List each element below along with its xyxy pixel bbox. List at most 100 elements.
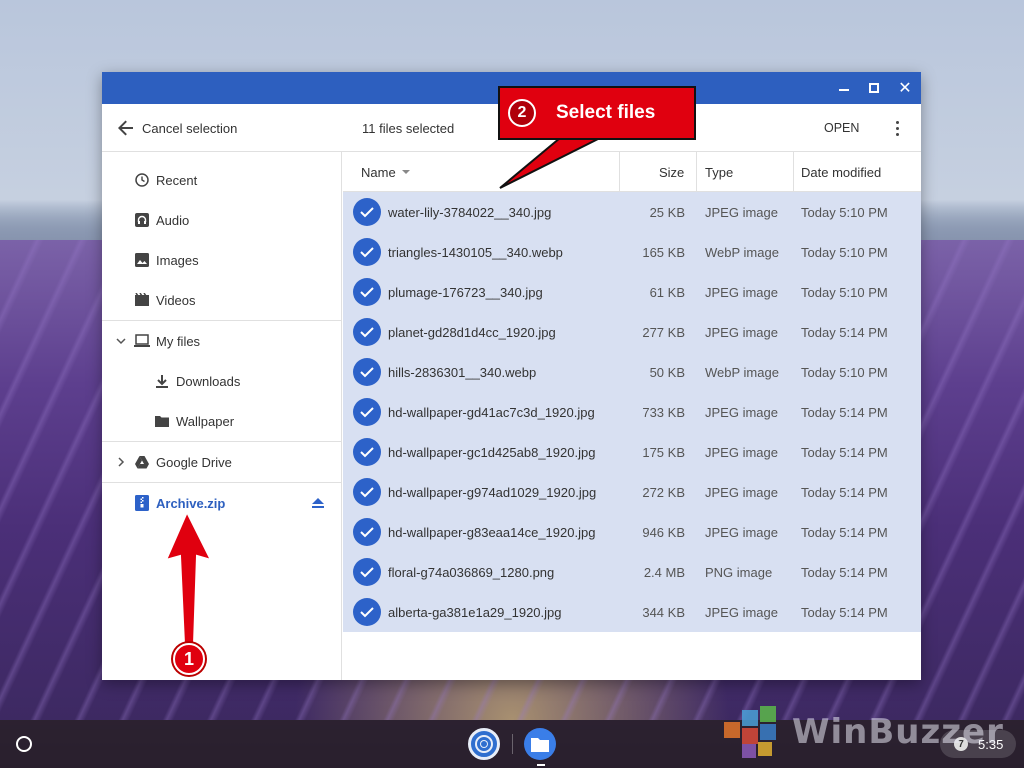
sort-descending-icon xyxy=(401,170,410,174)
file-rows: water-lily-3784022__340.jpg 25 KB JPEG i… xyxy=(343,192,921,632)
column-separator[interactable] xyxy=(619,152,620,192)
file-type: JPEG image xyxy=(705,485,778,500)
file-row[interactable]: hd-wallpaper-g83eaa14ce_1920.jpg 946 KB … xyxy=(343,512,921,552)
file-size: 61 KB xyxy=(649,285,685,300)
file-size: 25 KB xyxy=(649,205,685,220)
watermark-text: WinBuzzer xyxy=(792,712,1004,752)
more-options-icon[interactable] xyxy=(887,116,907,140)
sidebar-item-videos[interactable]: Videos xyxy=(102,280,342,320)
column-header-label: Type xyxy=(705,164,734,180)
file-row[interactable]: floral-g74a036869_1280.png 2.4 MB PNG im… xyxy=(343,552,921,592)
file-date: Today 5:10 PM xyxy=(801,245,888,260)
file-date: Today 5:14 PM xyxy=(801,565,888,580)
checkmark-icon[interactable] xyxy=(353,558,381,586)
chevron-down-icon[interactable] xyxy=(116,336,126,346)
file-date: Today 5:14 PM xyxy=(801,605,888,620)
column-header-type[interactable]: Type xyxy=(705,152,733,192)
checkmark-icon[interactable] xyxy=(353,198,381,226)
file-size: 50 KB xyxy=(649,365,685,380)
file-row[interactable]: water-lily-3784022__340.jpg 25 KB JPEG i… xyxy=(343,192,921,232)
file-size: 165 KB xyxy=(642,245,685,260)
sidebar-item-label: My files xyxy=(156,333,201,349)
checkmark-icon[interactable] xyxy=(353,518,381,546)
minimize-icon xyxy=(839,89,849,91)
files-app-window: ✕ Cancel selection 11 files selected OPE… xyxy=(102,72,921,680)
checkmark-icon[interactable] xyxy=(353,358,381,386)
column-header-size[interactable]: Size xyxy=(659,152,684,192)
file-date: Today 5:14 PM xyxy=(801,445,888,460)
file-name: hills-2836301__340.webp xyxy=(388,365,537,380)
column-header-date[interactable]: Date modified xyxy=(801,152,881,192)
sidebar-item-images[interactable]: Images xyxy=(102,240,342,280)
minimize-button[interactable] xyxy=(828,72,860,104)
sidebar-item-label: Videos xyxy=(156,292,196,308)
file-size: 175 KB xyxy=(642,445,685,460)
clock-icon xyxy=(134,172,150,188)
sidebar-item-label: Recent xyxy=(156,172,198,188)
maximize-button[interactable] xyxy=(858,72,890,104)
file-type: WebP image xyxy=(705,365,779,380)
file-date: Today 5:10 PM xyxy=(801,365,888,380)
winbuzzer-logo-icon xyxy=(724,706,776,758)
sidebar-item-audio[interactable]: Audio xyxy=(102,200,342,240)
sidebar-item-label: Images xyxy=(156,252,199,268)
checkmark-icon[interactable] xyxy=(353,398,381,426)
file-name: hd-wallpaper-gd41ac7c3d_1920.jpg xyxy=(388,405,595,420)
sidebar-item-google-drive[interactable]: Google Drive xyxy=(102,442,342,482)
file-row[interactable]: hd-wallpaper-g974ad1029_1920.jpg 272 KB … xyxy=(343,472,921,512)
launcher-icon[interactable] xyxy=(16,736,32,752)
folder-icon xyxy=(154,413,170,429)
active-app-indicator xyxy=(537,764,545,766)
file-row[interactable]: hd-wallpaper-gd41ac7c3d_1920.jpg 733 KB … xyxy=(343,392,921,432)
back-arrow-icon[interactable] xyxy=(116,118,136,138)
file-name: floral-g74a036869_1280.png xyxy=(388,565,555,580)
checkmark-icon[interactable] xyxy=(353,478,381,506)
close-icon: ✕ xyxy=(898,78,912,97)
cancel-selection-button[interactable]: Cancel selection xyxy=(142,121,237,136)
file-row[interactable]: hd-wallpaper-gc1d425ab8_1920.jpg 175 KB … xyxy=(343,432,921,472)
column-separator[interactable] xyxy=(696,152,697,192)
sidebar-item-my-files[interactable]: My files xyxy=(102,321,342,361)
callout-select-files: 2 Select files xyxy=(498,86,696,140)
sidebar-item-archive-zip[interactable]: Archive.zip xyxy=(102,483,342,523)
file-name: hd-wallpaper-g83eaa14ce_1920.jpg xyxy=(388,525,596,540)
file-row[interactable]: hills-2836301__340.webp 50 KB WebP image… xyxy=(343,352,921,392)
file-type: JPEG image xyxy=(705,445,778,460)
step-number-badge: 1 xyxy=(173,643,205,675)
file-type: WebP image xyxy=(705,245,779,260)
file-row[interactable]: plumage-176723__340.jpg 61 KB JPEG image… xyxy=(343,272,921,312)
checkmark-icon[interactable] xyxy=(353,278,381,306)
checkmark-icon[interactable] xyxy=(353,598,381,626)
file-type: JPEG image xyxy=(705,405,778,420)
file-row[interactable]: alberta-ga381e1a29_1920.jpg 344 KB JPEG … xyxy=(343,592,921,632)
file-row[interactable]: triangles-1430105__340.webp 165 KB WebP … xyxy=(343,232,921,272)
column-header-label: Date modified xyxy=(801,164,882,180)
file-type: JPEG image xyxy=(705,205,778,220)
close-button[interactable]: ✕ xyxy=(889,72,921,104)
navigation-sidebar: Recent Audio Images Videos My files Down… xyxy=(102,152,342,680)
checkmark-icon[interactable] xyxy=(353,438,381,466)
files-app-icon[interactable] xyxy=(524,728,556,760)
zip-icon xyxy=(134,495,150,511)
chrome-icon[interactable] xyxy=(468,728,500,760)
step-number-badge: 2 xyxy=(508,99,536,127)
open-button[interactable]: OPEN xyxy=(810,117,873,139)
column-header-label: Name xyxy=(361,164,396,180)
file-row[interactable]: planet-gd28d1d4cc_1920.jpg 277 KB JPEG i… xyxy=(343,312,921,352)
eject-icon[interactable] xyxy=(310,495,326,511)
column-header-name[interactable]: Name xyxy=(361,152,410,192)
file-name: hd-wallpaper-gc1d425ab8_1920.jpg xyxy=(388,445,596,460)
checkmark-icon[interactable] xyxy=(353,318,381,346)
file-type: JPEG image xyxy=(705,325,778,340)
chevron-right-icon[interactable] xyxy=(116,457,126,467)
selected-count: 11 files selected xyxy=(362,121,455,136)
sidebar-item-recent[interactable]: Recent xyxy=(102,160,342,200)
sidebar-item-wallpaper[interactable]: Wallpaper xyxy=(102,401,342,441)
file-type: JPEG image xyxy=(705,525,778,540)
checkmark-icon[interactable] xyxy=(353,238,381,266)
file-name: alberta-ga381e1a29_1920.jpg xyxy=(388,605,562,620)
column-separator[interactable] xyxy=(793,152,794,192)
column-header-label: Size xyxy=(659,164,685,180)
file-type: JPEG image xyxy=(705,605,778,620)
sidebar-item-downloads[interactable]: Downloads xyxy=(102,361,342,401)
